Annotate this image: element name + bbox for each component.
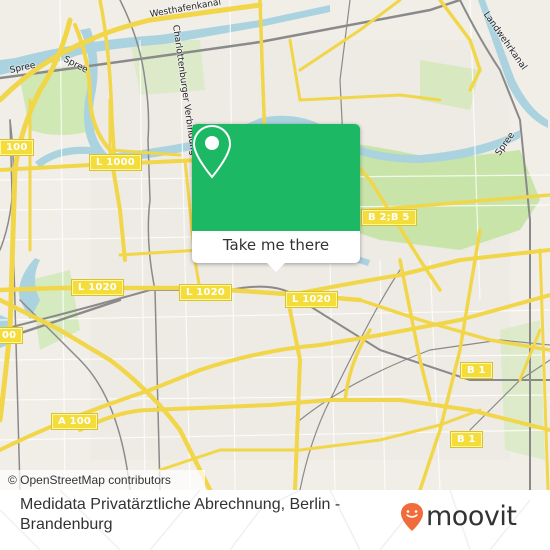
road-shield-text: B 2;B 5 — [368, 212, 410, 223]
road-shield-l1020: L 1020 — [285, 291, 338, 308]
map-view[interactable]: 100 L 1000 B 2;B 5 L 1020 L 1020 L 1020 … — [0, 0, 550, 490]
road-shield-l1020: L 1020 — [71, 279, 124, 296]
footer: Medidata Privatärztliche Abrechnung, Ber… — [0, 490, 550, 550]
road-shield-100: 100 — [0, 139, 35, 156]
road-shield-a100: A 100 — [50, 413, 99, 430]
road-shield-text: A 100 — [58, 416, 92, 427]
road-shield-text: 100 — [6, 142, 28, 153]
road-shield-l1000: L 1000 — [89, 154, 142, 171]
road-shield-b1: B 1 — [460, 362, 493, 379]
destination-popup: Take me there — [192, 124, 360, 272]
road-shield-text: L 1020 — [78, 282, 117, 293]
road-shield-l1020: L 1020 — [179, 284, 232, 301]
road-shield-text: L 1000 — [96, 157, 135, 168]
road-shield-b2-b5: B 2;B 5 — [361, 209, 417, 226]
popup-tail — [267, 263, 285, 272]
map-pin-icon — [192, 124, 232, 179]
take-me-there-button[interactable]: Take me there — [192, 231, 360, 263]
popup-pin-area[interactable] — [192, 124, 360, 231]
road-shield-100-partial: 00 — [0, 327, 24, 344]
road-shield-b1: B 1 — [450, 431, 483, 448]
moovit-wordmark: moovit — [426, 501, 517, 532]
moovit-logo[interactable]: moovit — [400, 501, 517, 532]
map-attribution[interactable]: © OpenStreetMap contributors — [0, 470, 205, 490]
road-shield-text: B 1 — [457, 434, 476, 445]
place-name: Medidata Privatärztliche Abrechnung, Ber… — [20, 496, 341, 533]
road-shield-text: L 1020 — [292, 294, 331, 305]
road-shield-text: 00 — [2, 330, 17, 341]
moovit-smiley-pin-icon — [401, 503, 423, 531]
road-shield-text: B 1 — [467, 365, 486, 376]
road-shield-text: L 1020 — [186, 287, 225, 298]
